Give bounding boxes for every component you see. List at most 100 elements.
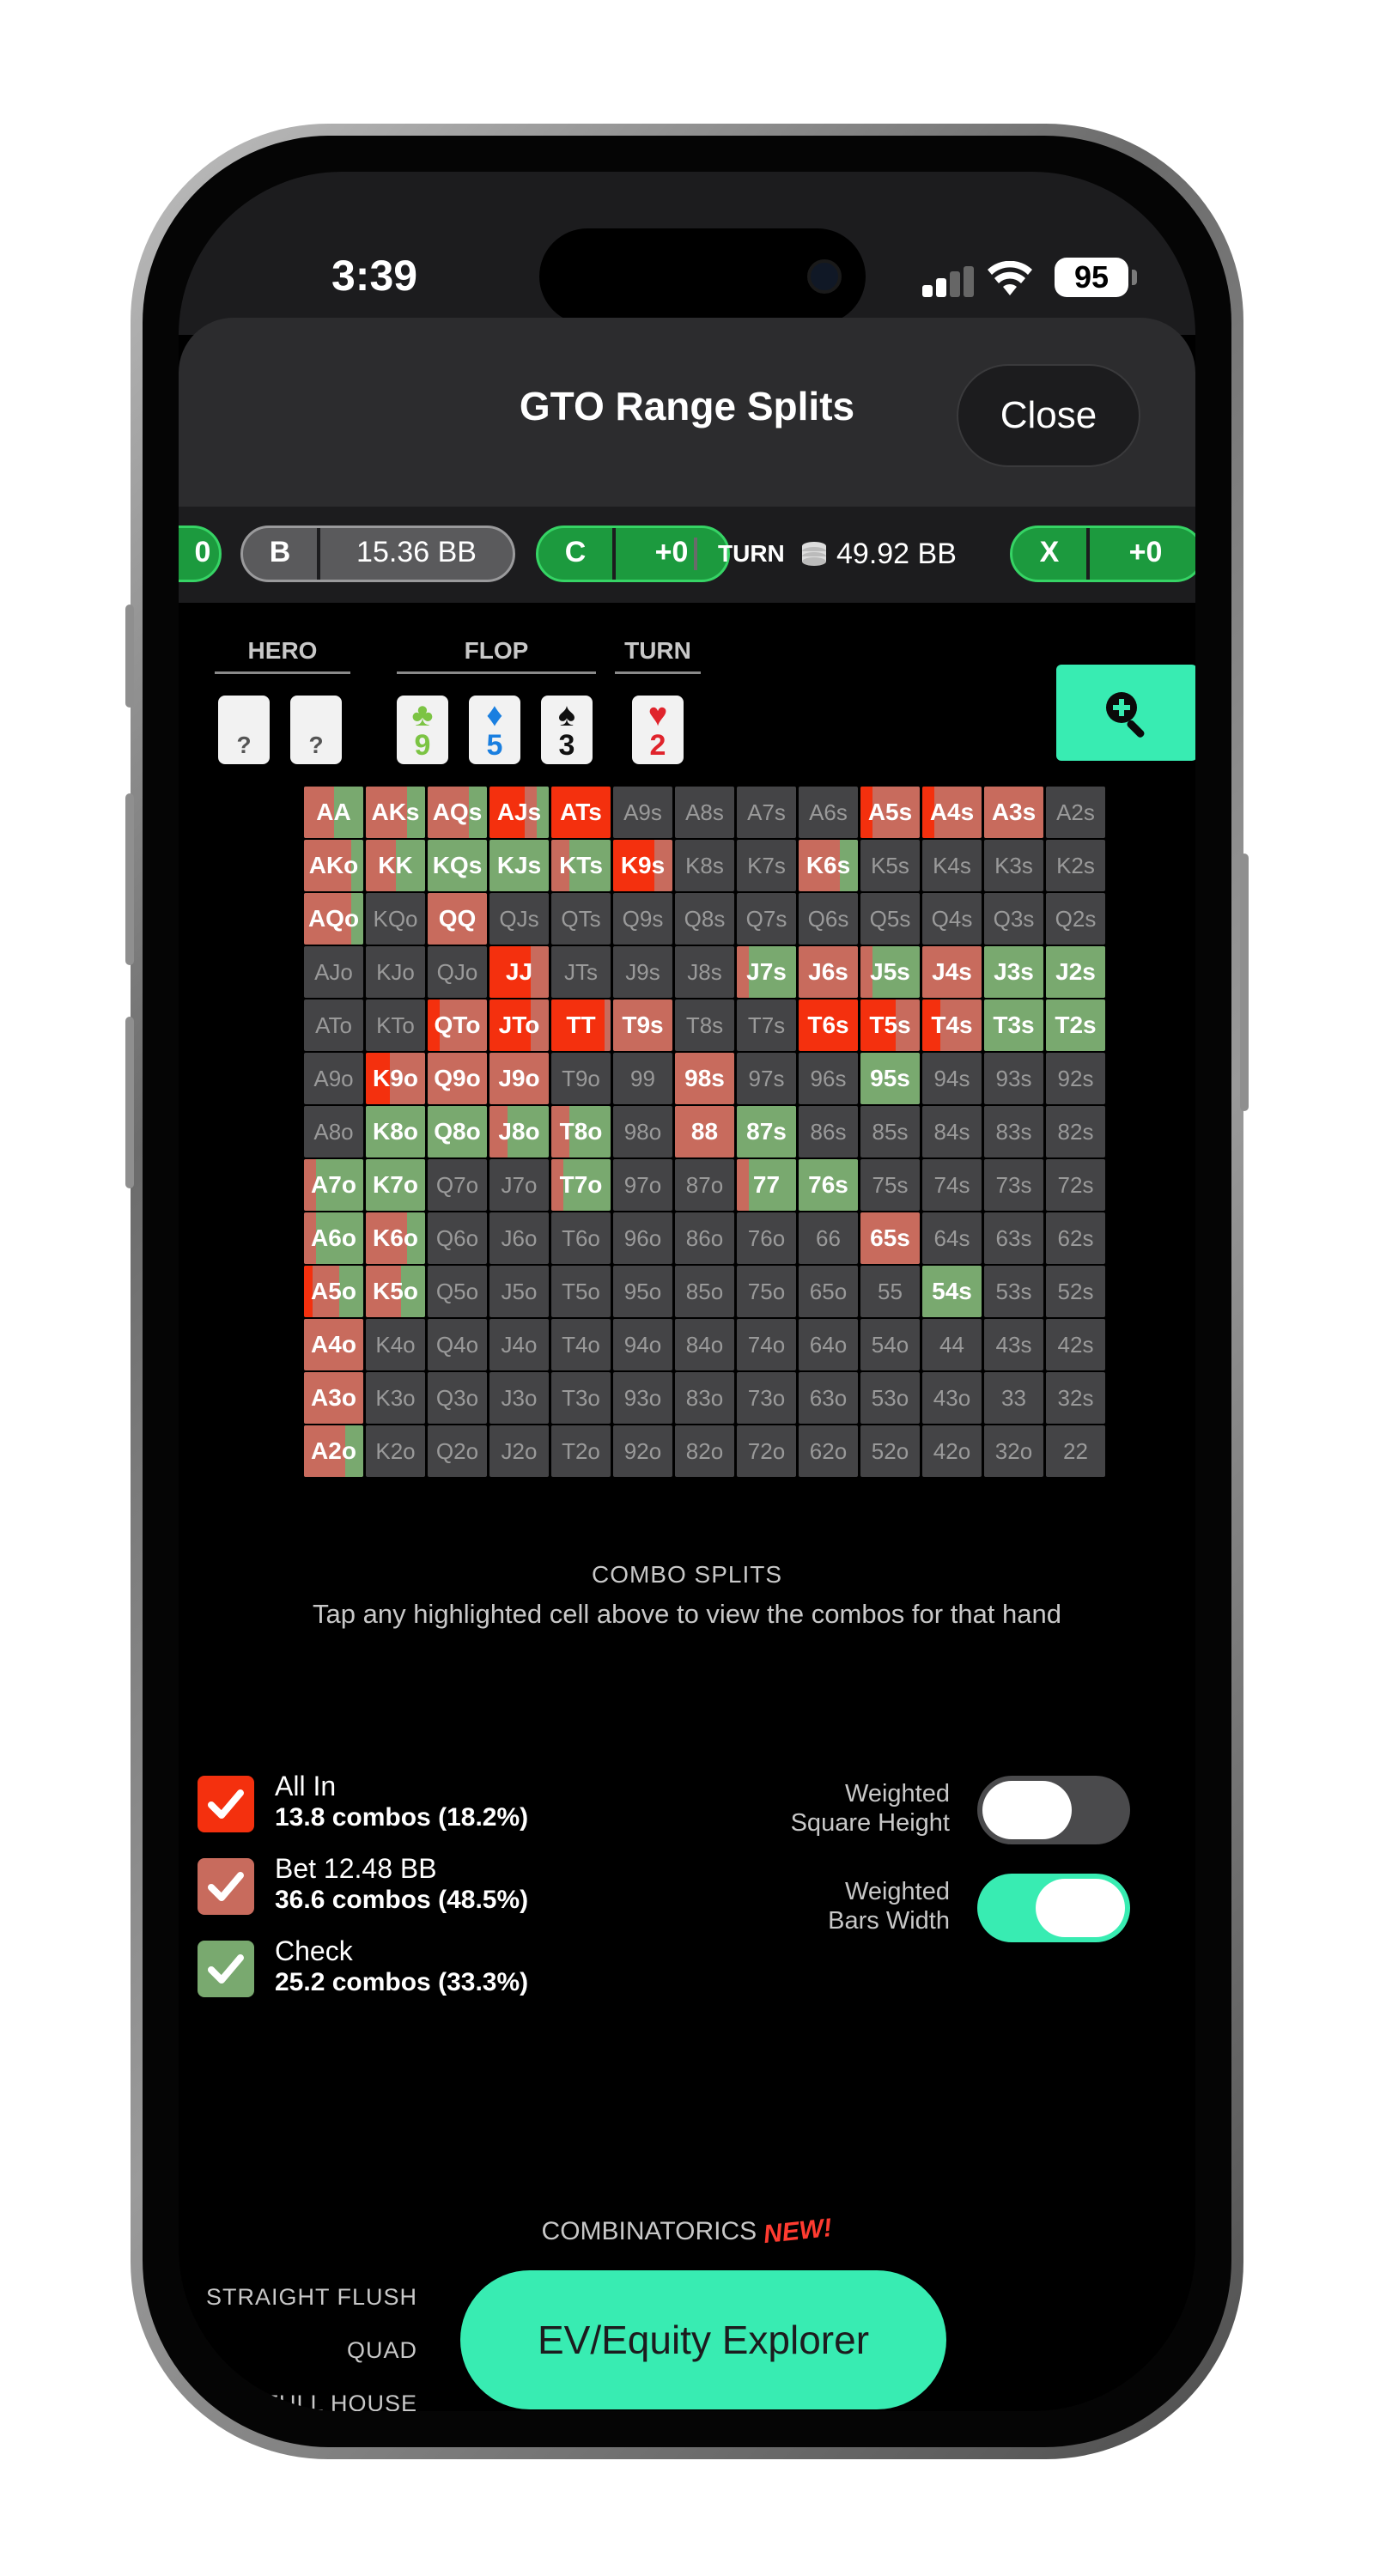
range-cell[interactable]: AA — [304, 787, 363, 838]
range-cell[interactable]: T4s — [922, 999, 982, 1051]
range-cell[interactable]: AQo — [304, 893, 363, 945]
range-cell[interactable]: 97o — [613, 1159, 672, 1211]
range-cell[interactable]: T8s — [675, 999, 734, 1051]
call-action-pill[interactable]: C +0 — [536, 526, 730, 582]
range-cell[interactable]: K9s — [613, 840, 672, 891]
range-cell[interactable]: 94o — [613, 1319, 672, 1370]
range-cell[interactable]: JJ — [489, 946, 549, 998]
range-cell[interactable]: 63o — [799, 1372, 858, 1424]
range-cell[interactable]: KQo — [366, 893, 425, 945]
range-cell[interactable]: J7o — [489, 1159, 549, 1211]
range-cell[interactable]: A2o — [304, 1425, 363, 1477]
range-cell[interactable]: 96s — [799, 1053, 858, 1104]
range-cell[interactable]: 64o — [799, 1319, 858, 1370]
range-cell[interactable]: KTo — [366, 999, 425, 1051]
range-cell[interactable]: J6o — [489, 1212, 549, 1264]
range-cell[interactable]: 62o — [799, 1425, 858, 1477]
range-cell[interactable]: A7o — [304, 1159, 363, 1211]
range-cell[interactable]: Q9o — [428, 1053, 487, 1104]
hero-card-2[interactable]: ? — [290, 696, 342, 764]
range-cell[interactable]: QTo — [428, 999, 487, 1051]
range-cell[interactable]: 83o — [675, 1372, 734, 1424]
range-cell[interactable]: K4s — [922, 840, 982, 891]
range-cell[interactable]: QQ — [428, 893, 487, 945]
range-cell[interactable]: K8o — [366, 1106, 425, 1157]
range-cell[interactable]: A8s — [675, 787, 734, 838]
range-cell[interactable]: 87o — [675, 1159, 734, 1211]
range-cell[interactable]: 96o — [613, 1212, 672, 1264]
range-cell[interactable]: AJs — [489, 787, 549, 838]
range-cell[interactable]: 65s — [860, 1212, 920, 1264]
range-cell[interactable]: 82o — [675, 1425, 734, 1477]
range-cell[interactable]: Q9s — [613, 893, 672, 945]
range-cell[interactable]: T3s — [984, 999, 1043, 1051]
check-checkbox[interactable] — [198, 1941, 254, 1997]
range-cell[interactable]: 84o — [675, 1319, 734, 1370]
range-cell[interactable]: Q4s — [922, 893, 982, 945]
range-cell[interactable]: Q6o — [428, 1212, 487, 1264]
range-cell[interactable]: QJs — [489, 893, 549, 945]
range-cell[interactable]: 95s — [860, 1053, 920, 1104]
range-cell[interactable]: J6s — [799, 946, 858, 998]
range-cell[interactable]: 93o — [613, 1372, 672, 1424]
close-button[interactable]: Close — [957, 364, 1140, 467]
range-cell[interactable]: 42o — [922, 1425, 982, 1477]
range-cell[interactable]: T6s — [799, 999, 858, 1051]
range-cell[interactable]: J4s — [922, 946, 982, 998]
range-cell[interactable]: Q7o — [428, 1159, 487, 1211]
range-cell[interactable]: K2o — [366, 1425, 425, 1477]
range-cell[interactable]: 95o — [613, 1266, 672, 1317]
range-cell[interactable]: 54s — [922, 1266, 982, 1317]
range-cell[interactable]: 87s — [737, 1106, 796, 1157]
bet-action-pill[interactable]: B 15.36 BB — [240, 526, 515, 582]
range-cell[interactable]: 94s — [922, 1053, 982, 1104]
range-cell[interactable]: T6o — [551, 1212, 611, 1264]
range-cell[interactable]: 75s — [860, 1159, 920, 1211]
range-cell[interactable]: K5o — [366, 1266, 425, 1317]
range-cell[interactable]: A2s — [1046, 787, 1105, 838]
range-cell[interactable]: 64s — [922, 1212, 982, 1264]
range-cell[interactable]: J3o — [489, 1372, 549, 1424]
range-grid[interactable]: AA AKs AQs AJs ATs A9s A8s A7s A6s A5s A4s A3s A2s AK… — [304, 787, 1105, 1479]
range-cell[interactable]: J5s — [860, 946, 920, 998]
range-cell[interactable]: T8o — [551, 1106, 611, 1157]
range-cell[interactable]: T3o — [551, 1372, 611, 1424]
range-cell[interactable]: K4o — [366, 1319, 425, 1370]
range-cell[interactable]: J4o — [489, 1319, 549, 1370]
range-cell[interactable]: 97s — [737, 1053, 796, 1104]
range-cell[interactable]: 66 — [799, 1212, 858, 1264]
range-cell[interactable]: Q5o — [428, 1266, 487, 1317]
range-cell[interactable]: Q2o — [428, 1425, 487, 1477]
range-cell[interactable]: K9o — [366, 1053, 425, 1104]
range-cell[interactable]: A4s — [922, 787, 982, 838]
range-cell[interactable]: AQs — [428, 787, 487, 838]
range-cell[interactable]: J9o — [489, 1053, 549, 1104]
range-cell[interactable]: Q8o — [428, 1106, 487, 1157]
range-cell[interactable]: 72s — [1046, 1159, 1105, 1211]
range-cell[interactable]: T4o — [551, 1319, 611, 1370]
range-cell[interactable]: 99 — [613, 1053, 672, 1104]
range-cell[interactable]: 85s — [860, 1106, 920, 1157]
range-cell[interactable]: T2s — [1046, 999, 1105, 1051]
range-cell[interactable]: 44 — [922, 1319, 982, 1370]
range-cell[interactable]: Q3s — [984, 893, 1043, 945]
bars-width-toggle[interactable] — [977, 1874, 1130, 1942]
range-cell[interactable]: K6s — [799, 840, 858, 891]
range-cell[interactable]: A7s — [737, 787, 796, 838]
range-cell[interactable]: A5o — [304, 1266, 363, 1317]
range-cell[interactable]: QJo — [428, 946, 487, 998]
range-cell[interactable]: T9o — [551, 1053, 611, 1104]
range-cell[interactable]: K8s — [675, 840, 734, 891]
range-cell[interactable]: TT — [551, 999, 611, 1051]
ev-equity-explorer-button[interactable]: EV/Equity Explorer — [460, 2270, 946, 2409]
range-cell[interactable]: K3o — [366, 1372, 425, 1424]
range-cell[interactable]: 32o — [984, 1425, 1043, 1477]
range-cell[interactable]: J2s — [1046, 946, 1105, 998]
zoom-button[interactable] — [1056, 665, 1195, 761]
range-cell[interactable]: 22 — [1046, 1425, 1105, 1477]
range-cell[interactable]: 73o — [737, 1372, 796, 1424]
range-cell[interactable]: Q6s — [799, 893, 858, 945]
range-cell[interactable]: 88 — [675, 1106, 734, 1157]
range-cell[interactable]: 76o — [737, 1212, 796, 1264]
range-cell[interactable]: Q4o — [428, 1319, 487, 1370]
